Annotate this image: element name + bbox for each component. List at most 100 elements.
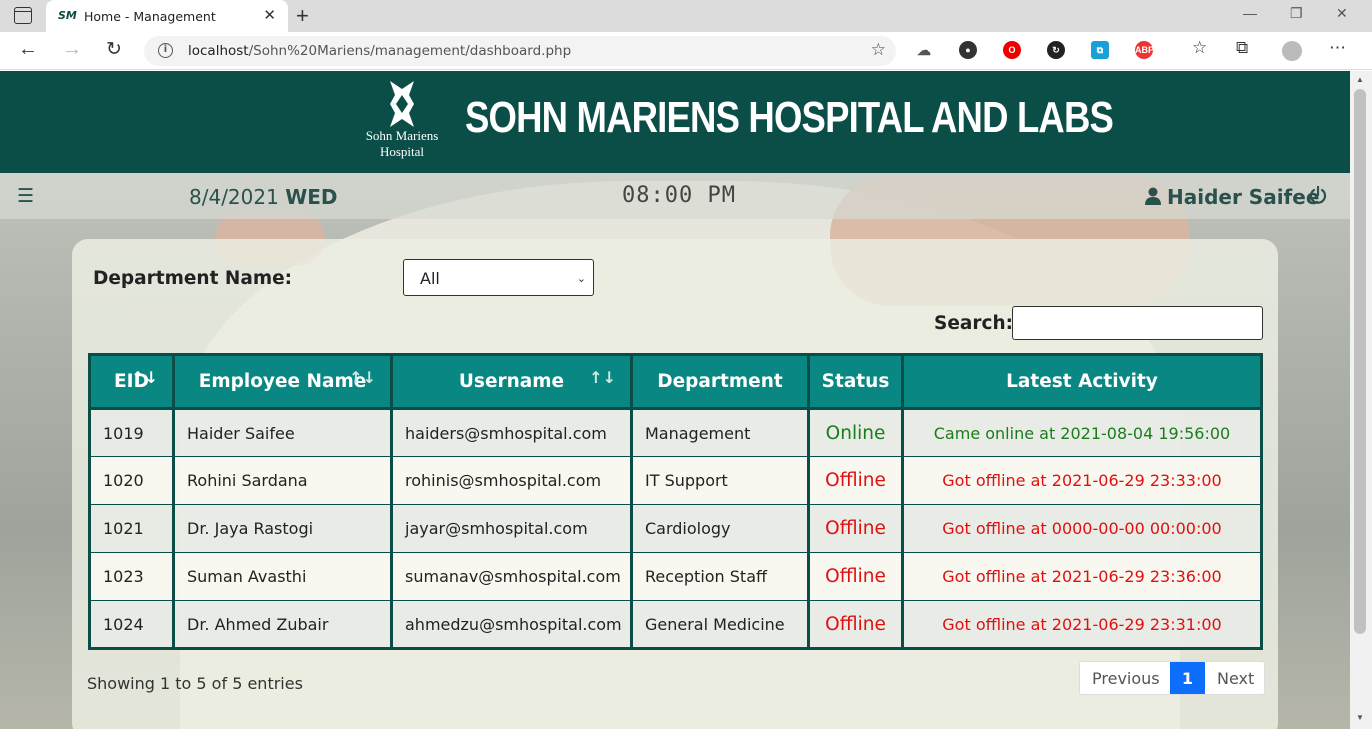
restore-icon[interactable]: ❐ [1290,5,1303,22]
cell-department: Management [630,408,810,457]
column-header-latest-activity: Latest Activity [901,353,1263,410]
extension-sync-icon[interactable]: ↻ [1047,41,1065,59]
cell-eid: 1023 [88,552,175,601]
cell-name: Dr. Jaya Rastogi [172,504,393,553]
logo-text-line1: Sohn Mariens [365,128,439,143]
browser-tab-bar: SM Home - Management ✕ + — ❐ ✕ [0,0,1372,32]
sort-icon[interactable]: ↑↓ [349,368,376,387]
cell-department: General Medicine [630,600,810,649]
search-label: Search: [934,313,1014,334]
day-value: WED [285,185,338,209]
cell-department: IT Support [630,456,810,505]
sort-icon[interactable]: ↑↓ [589,368,616,387]
cell-name: Suman Avasthi [172,552,393,601]
cell-status: Offline [807,552,904,601]
current-date: 8/4/2021 WED [189,185,338,209]
extension-dots-icon[interactable]: ● [959,41,977,59]
cell-name: Haider Saifee [172,408,393,457]
pagination: Previous 1 Next [1079,661,1265,695]
department-select[interactable]: All ⌄ [403,259,594,296]
user-name[interactable]: Haider Saifee [1167,185,1319,209]
cell-department: Cardiology [630,504,810,553]
minimize-icon[interactable]: — [1243,5,1257,21]
entries-info: Showing 1 to 5 of 5 entries [87,674,303,693]
table-row: 1024 Dr. Ahmed Zubair ahmedzu@smhospital… [88,600,1263,649]
collections-icon[interactable]: ⧉ [1236,38,1248,58]
logo-mark-icon [390,81,414,127]
info-bar: ☰ 8/4/2021 WED 08:00 PM Haider Saifee [0,173,1350,219]
search-input[interactable] [1012,306,1263,340]
cell-status: Online [807,408,904,457]
column-header-department: Department [630,353,810,410]
cell-username: jayar@smhospital.com [390,504,633,553]
tab-actions-icon[interactable] [14,7,32,24]
cell-eid: 1024 [88,600,175,649]
page-viewport: Sohn Mariens Hospital SOHN MARIENS HOSPI… [0,71,1350,729]
column-header-eid[interactable]: EID ↑↓ [88,353,175,410]
profile-avatar-icon[interactable] [1282,41,1302,61]
tab-title: Home - Management [84,9,216,24]
digital-clock: 08:00 PM [622,183,736,208]
more-options-icon[interactable]: ⋯ [1329,38,1346,58]
column-header-username[interactable]: Username ↑↓ [390,353,633,410]
favorites-icon[interactable]: ☆ [1192,38,1207,58]
table-row: 1020 Rohini Sardana rohinis@smhospital.c… [88,456,1263,505]
new-tab-icon[interactable]: + [296,3,309,29]
cell-eid: 1021 [88,504,175,553]
close-window-icon[interactable]: ✕ [1336,5,1348,22]
vertical-scrollbar[interactable]: ▲ ▼ [1350,71,1372,729]
browser-tab[interactable]: SM Home - Management ✕ [46,0,288,32]
extension-opera-icon[interactable]: O [1003,41,1021,59]
cell-status: Offline [807,600,904,649]
table-header-row: EID ↑↓ Employee Name ↑↓ Username ↑↓ Departm… [88,353,1263,410]
employee-card: Department Name: All ⌄ Search: EID ↑↓ Emp… [72,239,1278,729]
extension-adblock-icon[interactable]: ABP [1135,41,1154,59]
next-page-button[interactable]: Next [1205,662,1264,694]
url-path: /Sohn%20Mariens/management/dashboard.php [248,43,572,59]
cell-username: sumanav@smhospital.com [390,552,633,601]
table-row: 1019 Haider Saifee haiders@smhospital.co… [88,408,1263,457]
tab-favicon: SM [58,9,77,22]
cell-name: Dr. Ahmed Zubair [172,600,393,649]
hamburger-menu-icon[interactable]: ☰ [17,185,34,208]
scroll-down-icon[interactable]: ▼ [1356,713,1364,722]
table-row: 1021 Dr. Jaya Rastogi jayar@smhospital.c… [88,504,1263,553]
previous-page-button[interactable]: Previous [1080,662,1170,694]
site-header: Sohn Mariens Hospital SOHN MARIENS HOSPI… [0,71,1350,173]
column-header-employee-name[interactable]: Employee Name ↑↓ [172,353,393,410]
add-favorite-icon[interactable]: ☆ [871,40,886,60]
extension-translate-icon[interactable]: ⧉ [1091,41,1109,59]
cell-username: ahmedzu@smhospital.com [390,600,633,649]
cell-username: rohinis@smhospital.com [390,456,633,505]
logo-text-line2: Hospital [379,144,425,159]
sort-ascending-icon[interactable]: ↑↓ [131,368,158,387]
refresh-icon[interactable]: ↻ [106,38,122,61]
cell-activity: Got offline at 2021-06-29 23:36:00 [901,552,1263,601]
cell-activity: Got offline at 2021-06-29 23:31:00 [901,600,1263,649]
page-1-button[interactable]: 1 [1170,662,1205,694]
scroll-up-icon[interactable]: ▲ [1356,75,1364,84]
cell-activity: Got offline at 0000-00-00 00:00:00 [901,504,1263,553]
column-header-label: Employee Name [198,371,367,392]
back-icon[interactable]: ← [18,38,38,61]
info-icon[interactable]: i [158,43,173,58]
department-selected-value: All [420,269,440,288]
cell-activity: Came online at 2021-08-04 19:56:00 [901,408,1263,457]
power-logout-icon[interactable] [1309,186,1327,204]
employee-table: EID ↑↓ Employee Name ↑↓ Username ↑↓ Departm… [88,353,1263,650]
extension-cloud-icon[interactable]: ☁ [915,41,933,59]
browser-address-bar: ← → ↻ i localhost/Sohn%20Mariens/managem… [0,32,1372,70]
site-title: SOHN MARIENS HOSPITAL AND LABS [465,93,1114,142]
department-label: Department Name: [93,268,293,289]
cell-status: Offline [807,456,904,505]
url-field[interactable]: i localhost/Sohn%20Mariens/management/da… [144,36,896,66]
scroll-thumb[interactable] [1354,89,1366,634]
cell-status: Offline [807,504,904,553]
cell-department: Reception Staff [630,552,810,601]
forward-icon[interactable]: → [62,38,82,61]
table-row: 1023 Suman Avasthi sumanav@smhospital.co… [88,552,1263,601]
column-header-label: Status [821,371,890,392]
url-host: localhost [188,43,249,59]
close-tab-icon[interactable]: ✕ [263,6,276,24]
column-header-label: Department [657,371,783,392]
